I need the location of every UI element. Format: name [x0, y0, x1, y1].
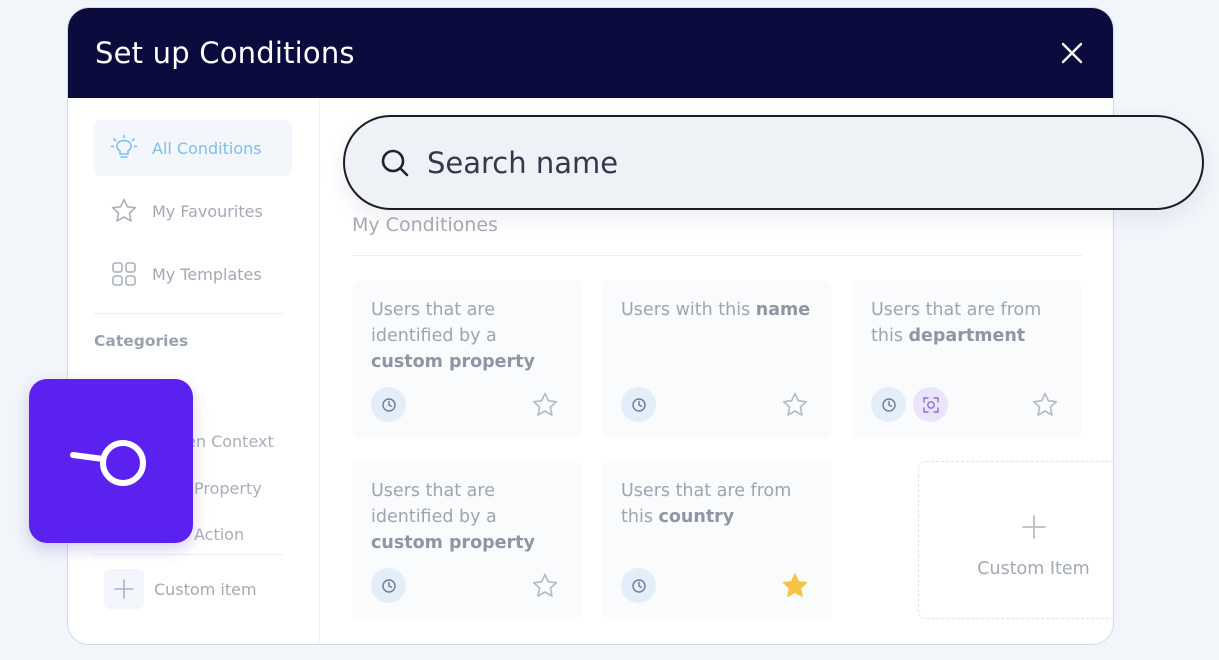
modal-title: Set up Conditions	[95, 36, 355, 70]
scan-icon	[913, 387, 948, 422]
favorite-star-icon[interactable]	[780, 390, 810, 420]
card-description: Users that are identified by a custom pr…	[371, 481, 535, 553]
search-logo-icon	[70, 440, 146, 486]
add-custom-item-button[interactable]: Custom item	[104, 568, 257, 610]
categories-title: Categories	[94, 332, 189, 350]
condition-card[interactable]: Users that are identified by a custom pr…	[352, 280, 582, 438]
custom-item-label: Custom item	[154, 579, 257, 599]
close-icon	[1061, 42, 1083, 64]
sidebar-divider	[94, 554, 284, 555]
condition-card[interactable]: Users that are from this country	[602, 461, 832, 619]
sidebar-item-label: All Conditions	[152, 138, 262, 158]
section-divider	[352, 255, 1082, 256]
card-description: Users that are from this country	[621, 481, 792, 527]
condition-card[interactable]: Users with this name	[602, 280, 832, 438]
favorite-star-icon[interactable]	[530, 571, 560, 601]
favorite-star-icon[interactable]	[1030, 390, 1060, 420]
clock-icon	[621, 387, 656, 422]
conditions-modal: Set up Conditions All Conditions My Favo…	[67, 7, 1114, 645]
category-label: en Context	[186, 431, 274, 451]
sidebar-item-my-favourites[interactable]: My Favourites	[94, 183, 292, 239]
clock-icon	[371, 387, 406, 422]
sidebar-item-label: My Templates	[152, 264, 262, 284]
sidebar-item-all-conditions[interactable]: All Conditions	[94, 120, 292, 176]
sidebar-item-label: My Favourites	[152, 201, 263, 221]
condition-card[interactable]: Users that are identified by a custom pr…	[352, 461, 582, 619]
category-label: Property	[194, 478, 262, 498]
add-custom-condition-card[interactable]: Custom Item	[918, 461, 1113, 619]
search-input[interactable]	[427, 145, 1127, 180]
custom-card-label: Custom Item	[977, 559, 1090, 579]
clock-icon	[371, 568, 406, 603]
card-description: Users that are from this department	[871, 300, 1042, 346]
card-description: Users with this name	[621, 300, 811, 320]
category-item[interactable]: Property	[194, 474, 262, 502]
category-label: Action	[194, 524, 245, 544]
search-bar[interactable]	[343, 115, 1204, 210]
sidebar-divider	[94, 313, 284, 314]
clock-icon	[871, 387, 906, 422]
favorite-star-icon[interactable]	[530, 390, 560, 420]
condition-card[interactable]: Users that are from this department	[852, 280, 1082, 438]
star-icon	[110, 197, 138, 225]
app-logo-tile	[29, 379, 193, 543]
plus-icon	[1020, 513, 1048, 541]
section-title: My Conditiones	[352, 214, 498, 236]
search-icon	[379, 147, 411, 179]
sidebar-item-my-templates[interactable]: My Templates	[94, 246, 292, 302]
grid-icon	[110, 260, 138, 288]
modal-header: Set up Conditions	[68, 8, 1113, 98]
plus-icon	[104, 569, 144, 609]
close-button[interactable]	[1059, 40, 1085, 66]
lightbulb-icon	[110, 134, 138, 162]
clock-icon	[621, 568, 656, 603]
card-description: Users that are identified by a custom pr…	[371, 300, 535, 372]
sidebar: All Conditions My Favourites My Template…	[68, 98, 320, 644]
category-item[interactable]: Action	[194, 520, 244, 548]
category-item[interactable]: en Context	[186, 427, 274, 455]
favorite-star-filled-icon[interactable]	[780, 571, 810, 601]
